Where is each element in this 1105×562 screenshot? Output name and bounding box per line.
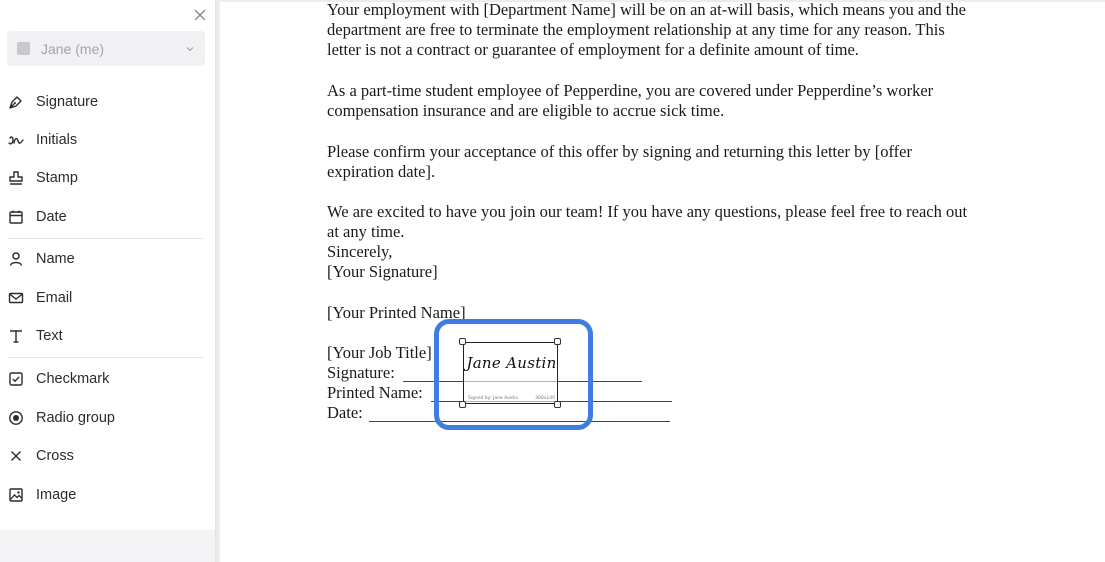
doc-line: Sincerely, — [327, 242, 393, 261]
field-label: Image — [36, 487, 77, 503]
calendar-icon — [8, 209, 24, 225]
sidebar-footer — [0, 530, 215, 562]
field-label: Cross — [36, 448, 74, 464]
field-initials[interactable]: Initials — [0, 122, 205, 158]
field-checkmark[interactable]: Checkmark — [0, 361, 205, 397]
image-icon — [8, 487, 24, 503]
doc-line: compensation insurance and are eligible … — [327, 101, 725, 120]
sidebar-resize-edge[interactable] — [215, 0, 220, 562]
doc-line: We are excited to have you join our team… — [327, 202, 968, 221]
doc-line: expiration date]. — [327, 162, 436, 181]
checkbox-icon — [8, 371, 24, 387]
x-mark-icon — [8, 448, 24, 464]
doc-line: As a part-time student employee of Peppe… — [327, 81, 934, 100]
doc-line: Your employment with [Department Name] w… — [327, 0, 966, 19]
recipient-select[interactable]: Jane (me) — [7, 31, 205, 66]
chevron-down-icon — [185, 44, 195, 54]
field-email[interactable]: Email — [0, 280, 205, 316]
field-label: Date — [36, 209, 67, 225]
field-label: Stamp — [36, 170, 78, 186]
divider — [8, 357, 204, 358]
recipient-color-swatch — [17, 42, 30, 55]
resize-handle-top-left[interactable] — [459, 338, 466, 345]
fields-sidebar: Jane (me) Signature Initials Stamp Date — [0, 0, 215, 562]
resize-handle-top-right[interactable] — [554, 338, 561, 345]
field-signature[interactable]: Signature — [0, 84, 205, 120]
divider — [8, 238, 204, 239]
signature-meta-right: 300x140 — [535, 396, 555, 401]
field-stamp[interactable]: Stamp — [0, 160, 205, 196]
field-label: Email — [36, 290, 73, 306]
doc-line: at any time. — [327, 222, 405, 241]
field-label: Name — [36, 251, 75, 267]
job-title-placeholder: [Your Job Title] — [327, 343, 432, 362]
field-cross[interactable]: Cross — [0, 438, 205, 474]
signature-meta-left: Signed by: Jane Austin — [468, 396, 519, 401]
field-name[interactable]: Name — [0, 241, 205, 277]
resize-handle-bottom-left[interactable] — [459, 401, 466, 408]
envelope-icon — [8, 290, 24, 306]
signature-meta: Signed by: Jane Austin 300x140 — [468, 396, 555, 401]
doc-line: letter is not a contract or guarantee of… — [327, 40, 859, 59]
radio-icon — [8, 410, 24, 426]
resize-handle-bottom-right[interactable] — [554, 401, 561, 408]
text-t-icon — [8, 328, 24, 344]
pen-nib-icon — [8, 94, 24, 110]
field-label: Radio group — [36, 410, 115, 426]
field-label: Text — [36, 328, 63, 344]
initials-icon — [8, 132, 24, 148]
field-label: Initials — [36, 132, 78, 148]
field-label: Checkmark — [36, 371, 110, 387]
doc-line: Please confirm your acceptance of this o… — [327, 142, 912, 161]
date-label: Date: — [327, 403, 363, 422]
recipient-name: Jane (me) — [41, 40, 105, 57]
field-text[interactable]: Text — [0, 318, 205, 354]
printed-name-label: Printed Name: — [327, 383, 423, 402]
doc-line: department are free to terminate the emp… — [327, 20, 945, 39]
signature-text: Jane Austin — [466, 354, 557, 372]
field-image[interactable]: Image — [0, 477, 205, 513]
doc-line: [Your Signature] — [327, 262, 438, 281]
signature-field[interactable]: Jane Austin Signed by: Jane Austin 300x1… — [463, 342, 558, 404]
signature-label: Signature: — [327, 363, 395, 382]
stamp-icon — [8, 170, 24, 186]
field-label: Signature — [36, 94, 99, 110]
close-icon[interactable] — [192, 7, 208, 23]
field-date[interactable]: Date — [0, 199, 205, 235]
person-icon — [8, 251, 24, 267]
field-radio-group[interactable]: Radio group — [0, 400, 205, 436]
